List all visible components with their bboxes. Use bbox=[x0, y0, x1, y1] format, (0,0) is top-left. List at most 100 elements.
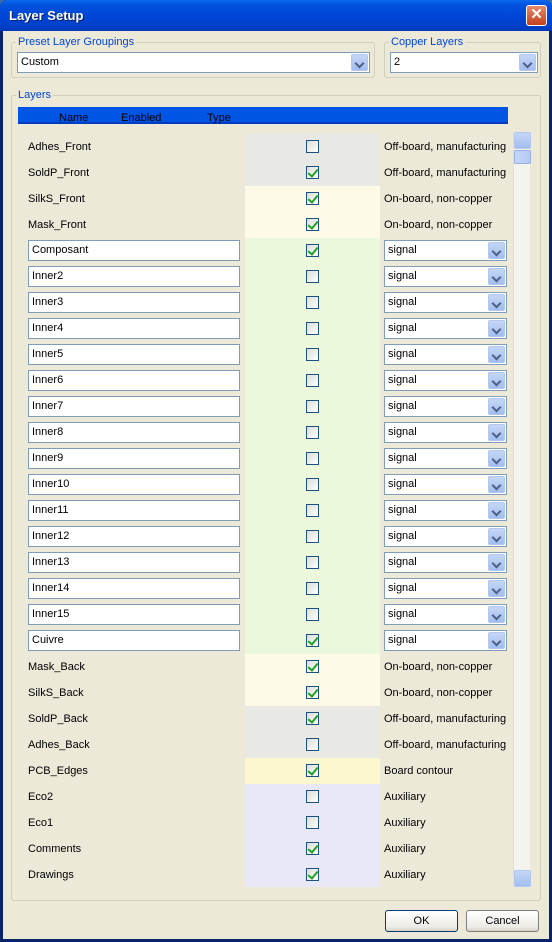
layer-enabled-checkbox[interactable] bbox=[306, 426, 319, 439]
layer-enabled-checkbox[interactable] bbox=[306, 556, 319, 569]
layer-enabled-checkbox[interactable] bbox=[306, 816, 319, 829]
ok-button[interactable]: OK bbox=[385, 910, 458, 932]
layer-name-input[interactable]: Composant bbox=[28, 240, 240, 261]
layer-type-select[interactable]: signal bbox=[384, 344, 507, 365]
layer-type-label: Off-board, manufacturing bbox=[384, 167, 507, 179]
layer-name-input[interactable]: Inner10 bbox=[28, 474, 240, 495]
layer-enabled-checkbox[interactable] bbox=[306, 296, 319, 309]
chevron-down-icon[interactable] bbox=[488, 346, 505, 363]
layer-enabled-checkbox[interactable] bbox=[306, 504, 319, 517]
layer-enabled-checkbox[interactable] bbox=[306, 842, 319, 855]
layer-name-input[interactable]: Inner6 bbox=[28, 370, 240, 391]
layer-name-input[interactable]: Inner3 bbox=[28, 292, 240, 313]
cancel-button[interactable]: Cancel bbox=[466, 910, 539, 932]
copper-layers-select[interactable]: 2 bbox=[390, 52, 538, 73]
title-bar[interactable]: Layer Setup ✕ bbox=[0, 0, 552, 31]
layer-enabled-checkbox[interactable] bbox=[306, 322, 319, 335]
layer-name-cell: PCB_Edges bbox=[23, 758, 245, 784]
scroll-thumb[interactable] bbox=[514, 150, 531, 164]
layer-enabled-checkbox[interactable] bbox=[306, 868, 319, 881]
layer-type-select[interactable]: signal bbox=[384, 422, 507, 443]
chevron-down-icon[interactable] bbox=[488, 476, 505, 493]
preset-select-value: Custom bbox=[21, 56, 59, 68]
layer-enabled-checkbox[interactable] bbox=[306, 530, 319, 543]
scroll-down-icon[interactable] bbox=[514, 870, 531, 887]
layer-enabled-checkbox[interactable] bbox=[306, 218, 319, 231]
layer-name-input[interactable]: Inner13 bbox=[28, 552, 240, 573]
layer-type-select[interactable]: signal bbox=[384, 292, 507, 313]
column-type[interactable]: Type bbox=[207, 112, 231, 124]
layer-type-select[interactable]: signal bbox=[384, 266, 507, 287]
layer-name-input[interactable]: Inner11 bbox=[28, 500, 240, 521]
layer-enabled-checkbox[interactable] bbox=[306, 400, 319, 413]
layer-enabled-checkbox[interactable] bbox=[306, 244, 319, 257]
layer-enabled-checkbox[interactable] bbox=[306, 582, 319, 595]
layer-type-select[interactable]: signal bbox=[384, 240, 507, 261]
layer-enabled-checkbox[interactable] bbox=[306, 764, 319, 777]
chevron-down-icon[interactable] bbox=[488, 554, 505, 571]
column-name[interactable]: Name bbox=[59, 112, 88, 124]
layer-enabled-checkbox[interactable] bbox=[306, 712, 319, 725]
layer-type-select[interactable]: signal bbox=[384, 604, 507, 625]
layers-group-label: Layers bbox=[16, 89, 54, 101]
layer-name-input[interactable]: Inner4 bbox=[28, 318, 240, 339]
layer-name-input[interactable]: Inner9 bbox=[28, 448, 240, 469]
layer-enabled-checkbox[interactable] bbox=[306, 478, 319, 491]
layer-enabled-checkbox[interactable] bbox=[306, 660, 319, 673]
layer-enabled-checkbox[interactable] bbox=[306, 634, 319, 647]
chevron-down-icon[interactable] bbox=[488, 320, 505, 337]
layer-row: PCB_Edges Board contour bbox=[23, 758, 514, 784]
layer-type-select[interactable]: signal bbox=[384, 630, 507, 651]
layer-enabled-checkbox[interactable] bbox=[306, 140, 319, 153]
vertical-scrollbar[interactable] bbox=[513, 132, 531, 887]
layer-type-select[interactable]: signal bbox=[384, 370, 507, 391]
chevron-down-icon[interactable] bbox=[488, 632, 505, 649]
column-enabled[interactable]: Enabled bbox=[121, 112, 161, 124]
chevron-down-icon[interactable] bbox=[488, 424, 505, 441]
layer-enabled-checkbox[interactable] bbox=[306, 374, 319, 387]
layer-enabled-cell bbox=[245, 602, 380, 628]
layer-enabled-checkbox[interactable] bbox=[306, 738, 319, 751]
chevron-down-icon[interactable] bbox=[488, 528, 505, 545]
layer-enabled-checkbox[interactable] bbox=[306, 790, 319, 803]
close-icon[interactable]: ✕ bbox=[526, 5, 547, 26]
layer-type-select[interactable]: signal bbox=[384, 526, 507, 547]
layer-type-select[interactable]: signal bbox=[384, 552, 507, 573]
chevron-down-icon[interactable] bbox=[351, 54, 368, 71]
layer-name-input[interactable]: Cuivre bbox=[28, 630, 240, 651]
layer-enabled-checkbox[interactable] bbox=[306, 270, 319, 283]
chevron-down-icon[interactable] bbox=[488, 398, 505, 415]
layer-type-select[interactable]: signal bbox=[384, 318, 507, 339]
layer-type-select[interactable]: signal bbox=[384, 500, 507, 521]
layer-enabled-checkbox[interactable] bbox=[306, 166, 319, 179]
layer-type-select[interactable]: signal bbox=[384, 396, 507, 417]
layer-type-select[interactable]: signal bbox=[384, 474, 507, 495]
chevron-down-icon[interactable] bbox=[488, 502, 505, 519]
preset-select[interactable]: Custom bbox=[17, 52, 370, 73]
chevron-down-icon[interactable] bbox=[488, 372, 505, 389]
chevron-down-icon[interactable] bbox=[519, 54, 536, 71]
layer-enabled-checkbox[interactable] bbox=[306, 686, 319, 699]
scroll-up-icon[interactable] bbox=[514, 132, 531, 149]
layer-name-input[interactable]: Inner5 bbox=[28, 344, 240, 365]
layer-name-input[interactable]: Inner15 bbox=[28, 604, 240, 625]
layer-name-input[interactable]: Inner14 bbox=[28, 578, 240, 599]
layer-type-select[interactable]: signal bbox=[384, 578, 507, 599]
layer-name-cell: Eco2 bbox=[23, 784, 245, 810]
chevron-down-icon[interactable] bbox=[488, 294, 505, 311]
chevron-down-icon[interactable] bbox=[488, 606, 505, 623]
layer-enabled-checkbox[interactable] bbox=[306, 608, 319, 621]
layer-name-input[interactable]: Inner8 bbox=[28, 422, 240, 443]
layer-name-input[interactable]: Inner12 bbox=[28, 526, 240, 547]
chevron-down-icon[interactable] bbox=[488, 242, 505, 259]
layer-enabled-checkbox[interactable] bbox=[306, 452, 319, 465]
layer-type-select[interactable]: signal bbox=[384, 448, 507, 469]
layer-name-input[interactable]: Inner7 bbox=[28, 396, 240, 417]
layer-enabled-checkbox[interactable] bbox=[306, 348, 319, 361]
chevron-down-icon[interactable] bbox=[488, 450, 505, 467]
layer-name-input[interactable]: Inner2 bbox=[28, 266, 240, 287]
layer-enabled-checkbox[interactable] bbox=[306, 192, 319, 205]
chevron-down-icon[interactable] bbox=[488, 268, 505, 285]
layer-row: Mask_Front On-board, non-copper bbox=[23, 212, 514, 238]
chevron-down-icon[interactable] bbox=[488, 580, 505, 597]
